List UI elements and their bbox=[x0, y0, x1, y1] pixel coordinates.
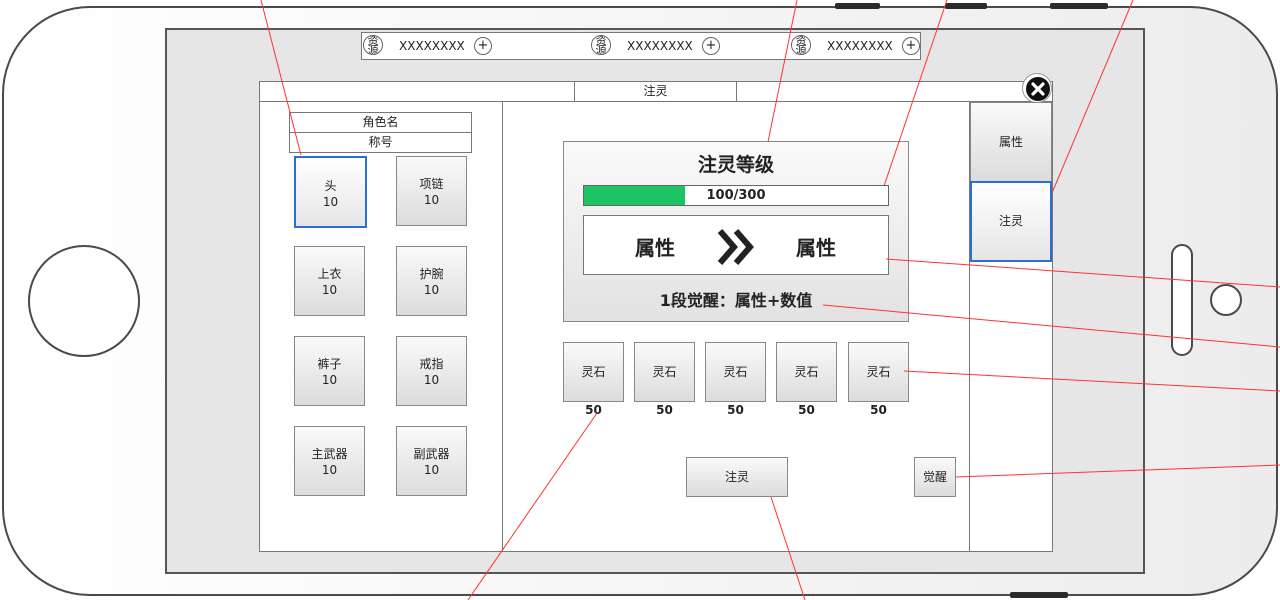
annotation-line bbox=[467, 412, 598, 600]
annotation-line bbox=[822, 304, 1280, 348]
annotation-line bbox=[885, 258, 1280, 288]
annotation-lines bbox=[260, 0, 1280, 600]
annotation-line bbox=[903, 370, 1280, 392]
annotation-line bbox=[260, 0, 302, 156]
annotation-line bbox=[883, 0, 948, 187]
annotation-line bbox=[955, 464, 1280, 478]
annotation-line bbox=[767, 0, 798, 143]
annotation-line bbox=[770, 496, 806, 600]
annotation-line bbox=[1051, 0, 1134, 194]
